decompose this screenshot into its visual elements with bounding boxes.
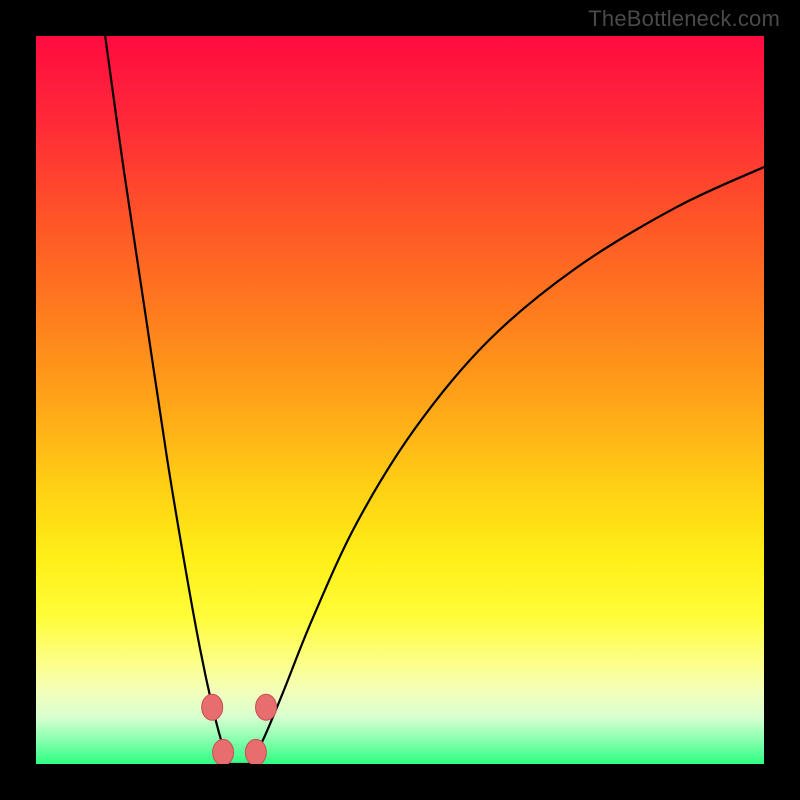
watermark-text: TheBottleneck.com xyxy=(588,6,780,32)
curve-marker xyxy=(213,739,234,764)
gradient-background xyxy=(36,36,764,764)
chart-frame: TheBottleneck.com xyxy=(0,0,800,800)
curve-marker xyxy=(256,694,277,720)
curve-marker xyxy=(202,694,223,720)
bottleneck-plot xyxy=(36,36,764,764)
curve-marker xyxy=(245,739,266,764)
